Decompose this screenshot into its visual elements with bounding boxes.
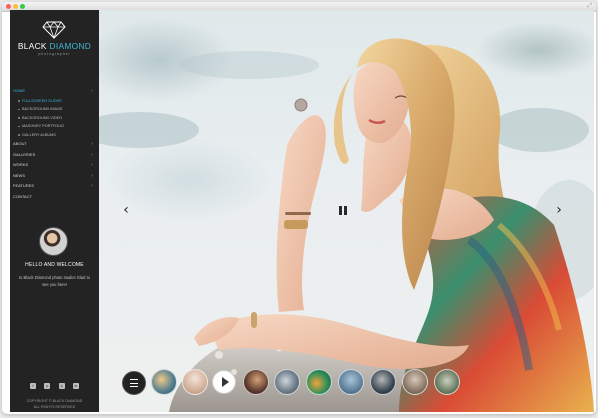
slide-thumbnail[interactable] [434, 369, 460, 395]
submenu-item-gallery-albums[interactable]: GALLERY ALBUMS [18, 131, 93, 140]
menu-item-news[interactable]: NEWS › [13, 171, 93, 182]
pause-icon [339, 206, 342, 215]
pause-icon [344, 206, 347, 215]
welcome-text: to Black Diamond photo studio! Glad to s… [19, 275, 90, 287]
pinterest-icon[interactable]: p [44, 383, 51, 389]
hamburger-icon [130, 386, 138, 388]
social-links: f p ◎ in [30, 383, 79, 389]
menu-item-label: NEWS [13, 172, 25, 178]
main-menu: HOME › FULLSCREEN SLIDER BACKGROUND IMAG… [13, 86, 93, 202]
brand-title[interactable]: BLACK DIAMOND [10, 41, 99, 51]
hamburger-icon [130, 382, 138, 384]
fullscreen-slider[interactable]: ‹ › [99, 10, 594, 412]
menu-item-label: WORKS [13, 162, 29, 168]
menu-item-label: GALLERIES [13, 151, 36, 157]
menu-item-label: CONTACT [13, 193, 33, 199]
slide-thumbnail[interactable] [306, 369, 332, 395]
menu-item-galleries[interactable]: GALLERIES › [13, 150, 93, 161]
brand-title-accent: DIAMOND [49, 41, 92, 51]
copyright: COPYRIGHT © BLACK DIAMOND ALL RIGHTS RES… [10, 398, 99, 410]
slide-video-thumbnail[interactable] [212, 370, 236, 394]
slide-thumbnail[interactable] [274, 369, 300, 395]
submenu-item-background-video[interactable]: BACKGROUND VIDEO [18, 114, 93, 123]
slide-thumbnail[interactable] [338, 369, 364, 395]
minimize-window-button[interactable] [13, 4, 18, 9]
slide-thumbnail[interactable] [370, 369, 396, 395]
menu-item-label: ABOUT [13, 141, 27, 147]
chevron-right-icon: › [91, 162, 93, 169]
chevron-right-icon: › [91, 183, 93, 190]
avatar [39, 227, 68, 256]
chevron-right-icon: › [91, 151, 93, 158]
menu-item-contact[interactable]: CONTACT [13, 192, 93, 203]
slide-thumbnail[interactable] [402, 369, 428, 395]
chevron-right-icon: › [91, 172, 93, 179]
linkedin-icon[interactable]: in [72, 383, 79, 389]
slide-thumbnail[interactable] [182, 369, 208, 395]
thumbnails-menu-button[interactable] [122, 371, 146, 395]
facebook-icon[interactable]: f [30, 383, 36, 389]
menu-item-about[interactable]: ABOUT › [13, 139, 93, 150]
slide-thumbnail[interactable] [243, 369, 269, 395]
sidebar: BLACK DIAMOND photographer HOME › FULLSC… [10, 10, 99, 412]
menu-item-label: HOME [13, 88, 25, 93]
submenu-item-background-image[interactable]: BACKGROUND IMAGE [18, 105, 93, 114]
chevron-right-icon: › [91, 88, 93, 94]
brand-title-main: BLACK [17, 41, 47, 51]
slider-pause-button[interactable] [339, 206, 347, 215]
hamburger-icon [130, 379, 138, 381]
menu-item-home[interactable]: HOME › [13, 86, 93, 97]
menu-item-works[interactable]: WORKS › [13, 160, 93, 171]
slider-next-button[interactable]: › [553, 202, 565, 218]
menu-item-features[interactable]: FEATURES › [13, 181, 93, 192]
close-window-button[interactable] [6, 4, 11, 9]
submenu-item-fullscreen-slider[interactable]: FULLSCREEN SLIDER [18, 97, 93, 106]
menu-item-label: FEATURES [13, 183, 35, 189]
slide-thumbnail[interactable] [151, 369, 177, 395]
brand-subtitle: photographer [38, 52, 71, 56]
copyright-line-2: ALL RIGHTS RESERVED [33, 405, 76, 409]
welcome-title: HELLO AND WELCOME [25, 262, 84, 268]
zoom-window-button[interactable] [20, 4, 25, 9]
submenu-item-masonry-portfolio[interactable]: MASONRY PORTFOLIO [18, 122, 93, 131]
home-submenu: FULLSCREEN SLIDER BACKGROUND IMAGE BACKG… [18, 97, 93, 140]
fullscreen-icon[interactable]: ⤢ [587, 3, 592, 10]
slider-prev-button[interactable]: ‹ [120, 202, 132, 218]
chevron-right-icon: › [91, 141, 93, 148]
diamond-logo-icon[interactable] [42, 21, 66, 39]
instagram-icon[interactable]: ◎ [58, 383, 65, 389]
